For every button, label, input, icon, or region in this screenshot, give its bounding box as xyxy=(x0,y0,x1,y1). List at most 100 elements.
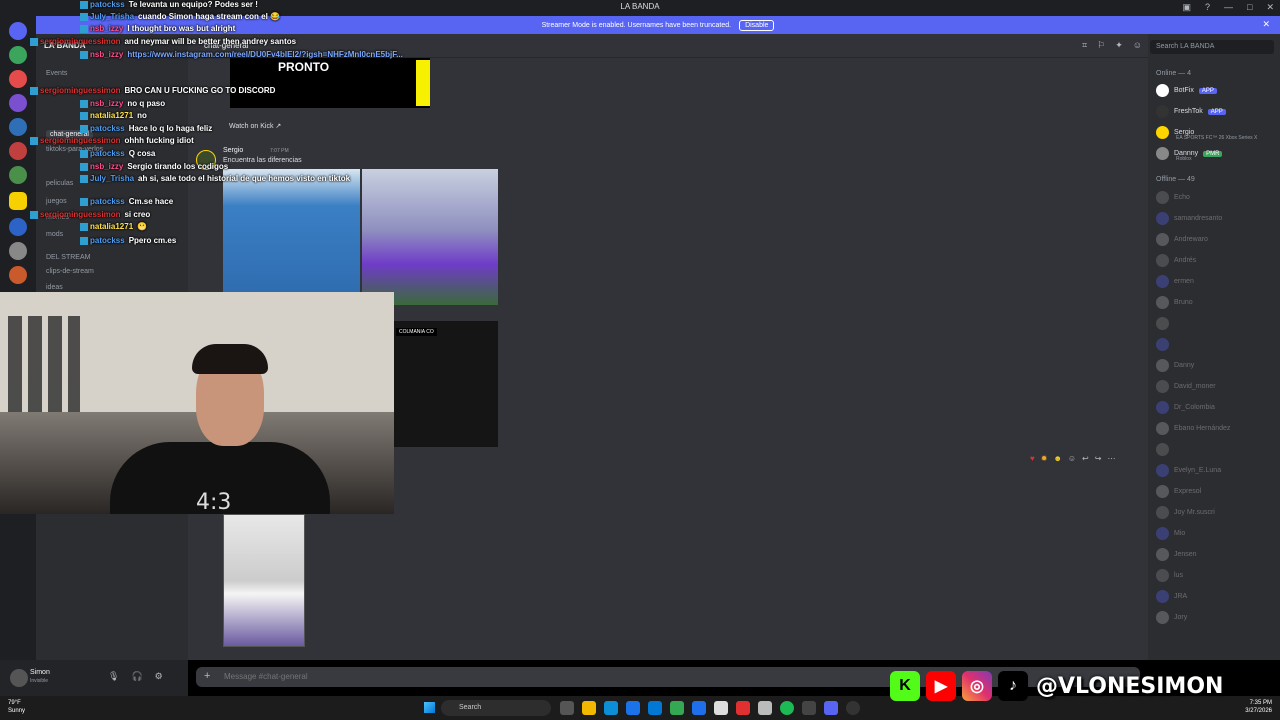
member-item[interactable]: Andrés xyxy=(1156,254,1196,267)
server-icon-la-banda[interactable] xyxy=(9,192,27,210)
microphone-icon[interactable]: 🎙 xyxy=(108,671,119,682)
member-item[interactable]: JRA xyxy=(1156,590,1187,603)
member-item[interactable]: FreshTok APP xyxy=(1156,105,1226,118)
fire-reaction-icon[interactable]: ✹ xyxy=(1041,454,1048,463)
member-item[interactable]: Joy Mr.suscri xyxy=(1156,506,1215,519)
chat-badge-icon xyxy=(80,124,88,133)
avatar[interactable] xyxy=(10,669,28,687)
mail-icon[interactable] xyxy=(648,701,662,715)
headphones-icon[interactable]: 🎧 xyxy=(131,671,142,682)
server-icon[interactable] xyxy=(9,70,27,88)
chrome-icon[interactable] xyxy=(670,701,684,715)
attachment-image[interactable] xyxy=(362,169,498,305)
member-item[interactable] xyxy=(1156,443,1174,456)
app-icon[interactable] xyxy=(758,701,772,715)
member-item[interactable] xyxy=(1156,317,1174,330)
attachment-video[interactable] xyxy=(394,321,498,447)
member-item[interactable]: lus xyxy=(1156,569,1183,582)
avatar xyxy=(1156,233,1169,246)
clock[interactable]: 7:35 PM 3/27/2026 xyxy=(1245,699,1272,715)
help-icon[interactable]: ? xyxy=(1205,2,1210,13)
member-item[interactable]: ermen xyxy=(1156,275,1194,288)
disable-streamer-mode-button[interactable]: Disable xyxy=(739,19,775,31)
member-item[interactable]: Jensen xyxy=(1156,548,1197,561)
add-attachment-icon[interactable]: + xyxy=(204,670,210,682)
media-icon[interactable] xyxy=(846,701,860,715)
server-icon[interactable] xyxy=(9,242,27,260)
edge-icon[interactable] xyxy=(604,701,618,715)
category-del-stream[interactable]: DEL STREAM xyxy=(46,254,90,261)
attachment-image[interactable] xyxy=(223,514,305,647)
member-item[interactable]: David_moner xyxy=(1156,380,1216,393)
taskbar-search[interactable]: Search xyxy=(441,700,551,716)
app-icon[interactable] xyxy=(714,701,728,715)
server-icon[interactable] xyxy=(9,166,27,184)
channel-ideas[interactable]: ideas xyxy=(46,284,63,291)
server-icon[interactable] xyxy=(9,142,27,160)
search-input[interactable]: Search LA BANDA xyxy=(1150,40,1274,54)
reply-icon[interactable]: ↩ xyxy=(1082,454,1089,463)
obs-icon[interactable] xyxy=(802,701,816,715)
channel-clips-de-stream[interactable]: clips-de-stream xyxy=(46,268,94,275)
add-reaction-icon[interactable]: ☺ xyxy=(1068,454,1076,463)
spotify-icon[interactable] xyxy=(780,701,794,715)
emoji-reaction-icon[interactable]: ☻ xyxy=(1053,454,1061,463)
member-item[interactable]: Ebano Hernández xyxy=(1156,422,1230,435)
chat-badge-icon xyxy=(80,236,88,245)
settings-icon[interactable]: ⚙ xyxy=(155,671,163,682)
server-icon[interactable] xyxy=(9,94,27,112)
more-icon[interactable]: ⋯ xyxy=(1107,454,1115,463)
pin-icon[interactable]: ✦ xyxy=(1115,40,1123,51)
message-input[interactable] xyxy=(224,672,824,681)
close-icon[interactable]: ✕ xyxy=(1262,19,1270,30)
minimize-button[interactable]: — xyxy=(1224,2,1233,13)
close-button[interactable]: ✕ xyxy=(1266,2,1274,13)
file-explorer-icon[interactable] xyxy=(582,701,596,715)
browser-icon[interactable] xyxy=(626,701,640,715)
inbox-icon[interactable]: ▣ xyxy=(1182,2,1191,13)
chat-badge-icon xyxy=(30,136,38,145)
weather-widget[interactable]: 79°F Sunny xyxy=(8,699,25,715)
chat-message: natalia1271 no xyxy=(80,111,147,120)
threads-icon[interactable]: ⌗ xyxy=(1082,40,1087,51)
chat-username: nsb_izzy xyxy=(90,162,124,171)
members-icon[interactable]: ☺ xyxy=(1133,40,1142,51)
server-icon[interactable] xyxy=(9,46,27,64)
heart-reaction-icon[interactable]: ♥ xyxy=(1030,454,1035,463)
avatar xyxy=(1156,611,1169,624)
user-name[interactable]: Simon xyxy=(30,669,50,676)
chat-text: Ppero cm.es xyxy=(128,236,177,245)
member-item[interactable]: samandresanto xyxy=(1156,212,1222,225)
app-icon[interactable] xyxy=(692,701,706,715)
start-button[interactable] xyxy=(424,702,435,713)
task-view-icon[interactable] xyxy=(560,701,574,715)
discord-icon[interactable] xyxy=(824,701,838,715)
chat-badge-icon xyxy=(80,174,88,183)
app-icon[interactable] xyxy=(736,701,750,715)
chat-text: https://www.instagram.com/reel/DU0Fv4bIE… xyxy=(127,50,403,59)
member-item[interactable]: Evelyn_E.Luna xyxy=(1156,464,1221,477)
member-item[interactable]: BotFix APP xyxy=(1156,84,1217,97)
member-item[interactable]: Mio xyxy=(1156,527,1185,540)
video-label: COLMANIA CO xyxy=(396,328,437,336)
member-item[interactable]: Danny xyxy=(1156,359,1194,372)
server-icon[interactable] xyxy=(9,266,27,284)
chat-text: and neymar will be better then andrey sa… xyxy=(124,37,297,46)
member-item[interactable]: Andrewaro xyxy=(1156,233,1208,246)
chat-badge-icon xyxy=(80,0,88,9)
member-item[interactable]: Expresol xyxy=(1156,485,1201,498)
member-item[interactable]: Echo xyxy=(1156,191,1190,204)
member-item[interactable]: Dr_Colombia xyxy=(1156,401,1215,414)
avatar xyxy=(1156,443,1169,456)
discord-home-icon[interactable] xyxy=(9,22,27,40)
server-icon[interactable] xyxy=(9,218,27,236)
forward-icon[interactable]: ↪ xyxy=(1095,454,1102,463)
chat-message: sergiominguessimon BRO CAN U FUCKING GO T… xyxy=(30,86,275,95)
chat-badge-icon xyxy=(80,24,88,33)
maximize-button[interactable]: □ xyxy=(1247,2,1252,13)
server-icon[interactable] xyxy=(9,118,27,136)
member-item[interactable]: Bruno xyxy=(1156,296,1193,309)
member-item[interactable]: Jory xyxy=(1156,611,1187,624)
notifications-icon[interactable]: ⚐ xyxy=(1097,40,1105,51)
member-item[interactable] xyxy=(1156,338,1174,351)
